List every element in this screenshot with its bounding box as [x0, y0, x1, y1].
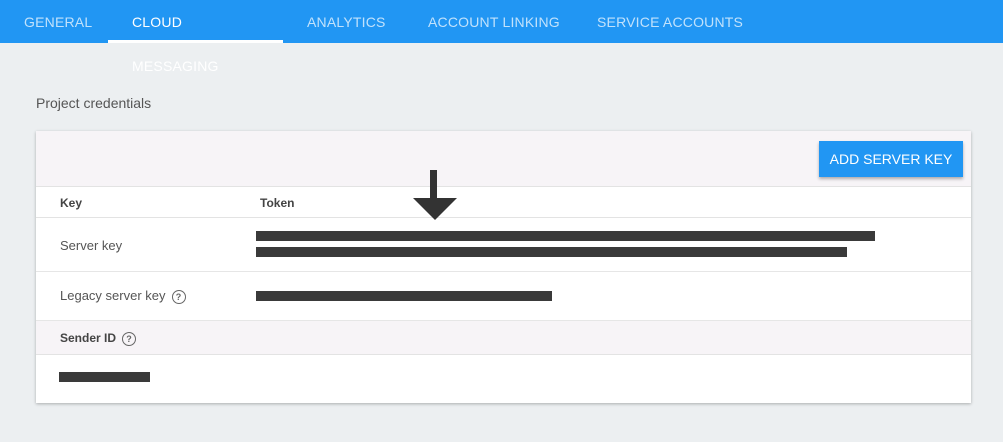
- redacted-token: [256, 231, 875, 241]
- tab-label: SERVICE ACCOUNTS: [597, 14, 744, 30]
- card-toolbar: ADD SERVER KEY: [36, 131, 971, 187]
- row-label: Server key: [60, 238, 123, 253]
- column-header-token: Token: [260, 196, 295, 210]
- tab-label: ACCOUNT LINKING: [428, 14, 560, 30]
- section-title: Project credentials: [36, 95, 152, 111]
- help-circle-icon[interactable]: ?: [122, 331, 137, 346]
- sender-id-header: Sender ID?: [36, 321, 971, 355]
- tab-label: GENERAL: [24, 14, 93, 30]
- redacted-sender-id: [59, 372, 150, 382]
- credentials-card: ADD SERVER KEY Key Token Server key Lega…: [36, 131, 971, 403]
- sender-id-label: Sender ID: [60, 331, 117, 345]
- tab-label: ANALYTICS: [307, 14, 386, 30]
- tab-account-linking[interactable]: ACCOUNT LINKING: [404, 0, 584, 43]
- sender-id-label-wrap: Sender ID?: [60, 331, 137, 346]
- redacted-token: [256, 247, 847, 257]
- down-arrow-icon: [413, 170, 457, 220]
- redacted-token: [256, 291, 552, 301]
- tab-analytics[interactable]: ANALYTICS: [283, 0, 410, 43]
- column-header-key: Key: [60, 196, 83, 210]
- table-header: Key Token: [36, 187, 971, 218]
- help-circle-icon[interactable]: ?: [171, 289, 186, 304]
- tab-label: CLOUD MESSAGING: [132, 14, 219, 74]
- row-label: Legacy server key: [60, 288, 166, 303]
- tab-service-accounts[interactable]: SERVICE ACCOUNTS: [573, 0, 767, 43]
- tab-cloud-messaging[interactable]: CLOUD MESSAGING: [108, 0, 283, 74]
- tab-general[interactable]: GENERAL: [0, 0, 116, 43]
- row-label-wrap: Legacy server key?: [60, 288, 186, 304]
- add-server-key-button[interactable]: ADD SERVER KEY: [819, 141, 963, 177]
- active-tab-indicator: [108, 40, 283, 43]
- table-row-server-key: Server key: [36, 218, 971, 272]
- tab-bar: GENERAL CLOUD MESSAGING ANALYTICS ACCOUN…: [0, 0, 1003, 74]
- table-row-legacy-server-key: Legacy server key?: [36, 272, 971, 321]
